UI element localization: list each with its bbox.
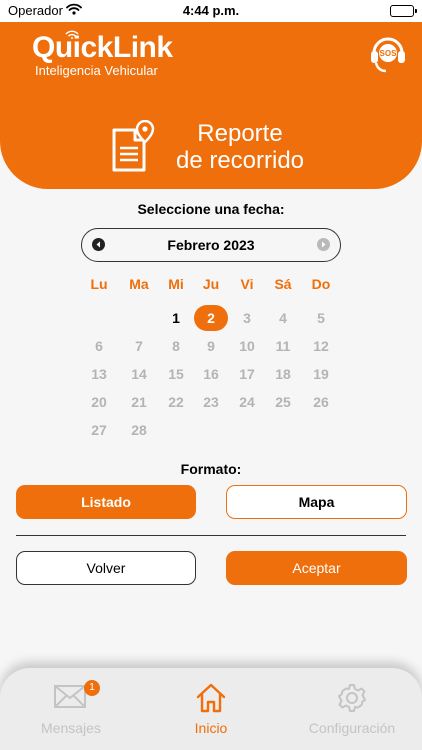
tab-inicio[interactable]: Inicio (156, 668, 266, 750)
tab-mensajes-label: Mensajes (41, 720, 101, 736)
tab-inicio-label: Inicio (194, 720, 228, 736)
calendar-day: 12 (313, 338, 329, 354)
calendar-day: 24 (239, 394, 255, 410)
unread-badge: 1 (84, 680, 100, 696)
calendar-day: 8 (172, 338, 180, 354)
sos-button[interactable]: SOS (368, 31, 408, 77)
calendar-day-selected[interactable]: 2 (194, 305, 228, 331)
chevron-right-icon (322, 241, 326, 248)
weekday-label: Ju (202, 276, 220, 292)
date-select-label: Seleccione una fecha: (137, 201, 285, 217)
brand-name: QuickLink (32, 31, 173, 64)
page-title-line1: Reporte (197, 120, 283, 147)
calendar-day: 20 (91, 394, 107, 410)
weekday-label: Lu (90, 276, 108, 292)
brand-tagline: Inteligencia Vehicular (35, 63, 158, 78)
calendar-day: 25 (275, 394, 291, 410)
month-label: Febrero 2023 (167, 237, 255, 253)
calendar-day: 16 (203, 366, 219, 382)
back-button[interactable]: Volver (16, 551, 196, 585)
weekday-label: Ma (129, 276, 149, 292)
calendar-day: 23 (203, 394, 219, 410)
tab-configuracion-label: Configuración (308, 720, 396, 736)
calendar-day: 4 (279, 310, 287, 326)
clock: 4:44 p.m. (182, 3, 240, 18)
weekday-label: Do (311, 276, 331, 292)
calendar-day: 5 (317, 310, 325, 326)
home-icon (195, 682, 227, 719)
calendar-day: 22 (168, 394, 184, 410)
calendar-day: 13 (91, 366, 107, 382)
next-month-button[interactable] (317, 238, 330, 251)
calendar-day: 6 (95, 338, 103, 354)
logo-signal-icon (65, 26, 79, 44)
document-location-icon (111, 119, 157, 179)
calendar-day: 17 (239, 366, 255, 382)
format-listado-button[interactable]: Listado (16, 485, 196, 519)
tab-mensajes[interactable]: 1 Mensajes (16, 668, 126, 750)
weekday-label: Vi (240, 276, 254, 292)
tab-bar: 1 Mensajes Inicio Configuración (0, 668, 422, 750)
tab-configuracion[interactable]: Configuración (297, 668, 407, 750)
report-hero: Reporte de recorrido (0, 86, 422, 189)
calendar-day: 18 (275, 366, 291, 382)
divider (16, 535, 406, 536)
sos-label: SOS (380, 49, 398, 58)
calendar-day: 3 (243, 310, 251, 326)
calendar-day: 14 (131, 366, 147, 382)
format-label: Formato: (180, 461, 242, 477)
accept-button[interactable]: Aceptar (226, 551, 407, 585)
calendar-day: 19 (313, 366, 329, 382)
calendar-day: 21 (131, 394, 147, 410)
calendar-day: 9 (207, 338, 215, 354)
gear-icon (336, 682, 368, 719)
battery-icon (390, 5, 417, 17)
calendar-day: 28 (131, 422, 147, 438)
format-mapa-button[interactable]: Mapa (226, 485, 407, 519)
headset-icon: SOS (371, 37, 405, 73)
page-title: Reporte de recorrido (160, 120, 320, 174)
calendar-day: 11 (275, 338, 291, 354)
weekday-label: Mi (168, 276, 184, 292)
status-bar: Operador 4:44 p.m. (0, 0, 422, 22)
calendar-day: 7 (135, 338, 143, 354)
calendar-day: 27 (91, 422, 107, 438)
calendar-day: 15 (168, 366, 184, 382)
calendar-day[interactable]: 1 (159, 305, 193, 331)
app-header: QuickLink Inteligencia Vehicular SOS (0, 22, 422, 86)
page-title-line2: de recorrido (175, 147, 305, 174)
weekday-label: Sá (274, 276, 292, 292)
month-selector: Febrero 2023 (81, 228, 341, 262)
calendar-day: 26 (313, 394, 329, 410)
calendar-day: 10 (239, 338, 255, 354)
quicklink-logo: QuickLink Inteligencia Vehicular (32, 30, 173, 78)
